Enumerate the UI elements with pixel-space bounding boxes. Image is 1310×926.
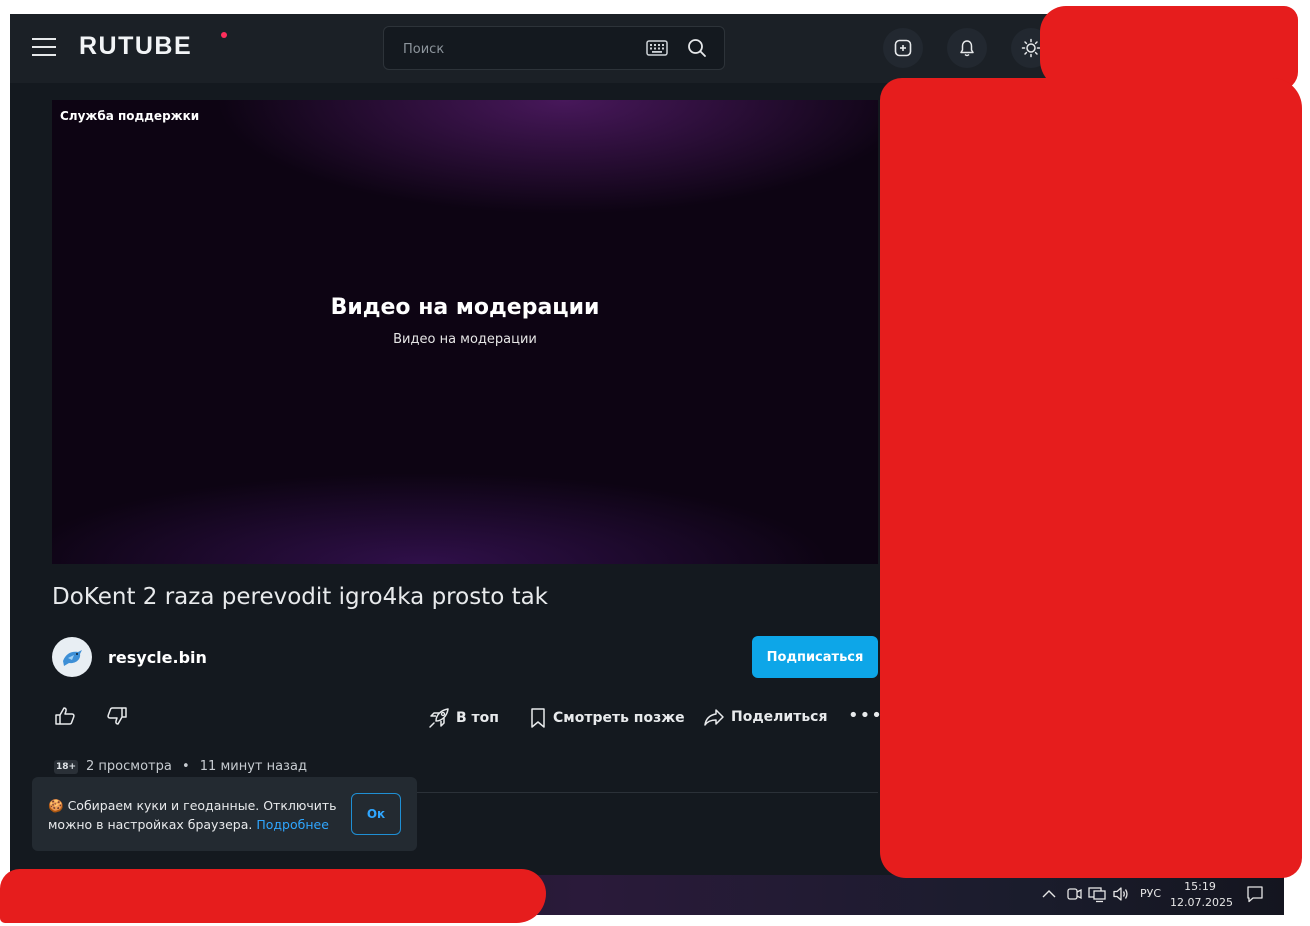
support-label[interactable]: Служба поддержки xyxy=(60,109,199,123)
publish-time: 11 минут назад xyxy=(199,759,307,774)
cookie-ok-button[interactable]: Ок xyxy=(351,793,401,835)
share-button[interactable]: Поделиться xyxy=(703,707,827,727)
redaction-bottom-left xyxy=(0,869,546,923)
meta-separator: • xyxy=(181,759,190,774)
watch-later-button[interactable]: Смотреть позже xyxy=(529,707,685,729)
search-input[interactable] xyxy=(401,38,635,60)
channel-name[interactable]: resycle.bin xyxy=(108,648,207,667)
video-title: DoKent 2 raza perevodit igro4ka prosto t… xyxy=(52,584,549,610)
cookie-icon: 🍪 xyxy=(48,798,64,813)
logo-dot xyxy=(221,32,227,38)
rocket-icon xyxy=(429,708,449,728)
thumbs-up-icon[interactable] xyxy=(54,706,76,726)
thumbs-down-icon[interactable] xyxy=(106,706,128,726)
search-box xyxy=(383,26,725,70)
chevron-up-icon[interactable] xyxy=(1042,889,1056,899)
channel-avatar[interactable] xyxy=(52,637,92,677)
input-language[interactable]: РУС xyxy=(1140,887,1161,900)
share-icon xyxy=(704,709,724,726)
menu-icon[interactable] xyxy=(32,38,56,58)
meet-now-icon[interactable] xyxy=(1066,885,1082,903)
cookie-details-link[interactable]: Подробнее xyxy=(256,817,329,832)
clock-time: 15:19 xyxy=(1184,880,1216,893)
notification-center-icon[interactable] xyxy=(1246,885,1264,903)
volume-icon[interactable] xyxy=(1112,885,1130,903)
share-label: Поделиться xyxy=(731,709,828,725)
search-icon[interactable] xyxy=(687,38,707,58)
redaction-right-panel xyxy=(880,78,1302,878)
taskbar-clock[interactable]: 15:19 12.07.2025 xyxy=(1170,879,1233,911)
watch-later-label: Смотреть позже xyxy=(553,710,685,726)
rutube-logo[interactable]: RUTUBE xyxy=(79,32,192,61)
bookmark-icon xyxy=(531,708,545,728)
moderation-title: Видео на модерации xyxy=(330,295,600,320)
upload-button[interactable] xyxy=(883,28,923,68)
bird-icon xyxy=(63,650,82,666)
promote-button[interactable]: В топ xyxy=(428,707,499,729)
cookie-message: 🍪 Собираем куки и геоданные. Отключить м… xyxy=(48,796,338,834)
upload-icon xyxy=(894,39,912,57)
moderation-subtitle: Видео на модерации xyxy=(393,332,537,347)
promote-label: В топ xyxy=(456,710,499,726)
age-rating-badge: 18+ xyxy=(54,760,78,774)
clock-date: 12.07.2025 xyxy=(1170,896,1233,909)
subscribe-button[interactable]: Подписаться xyxy=(752,636,878,678)
keyboard-icon[interactable] xyxy=(646,40,668,56)
bell-icon xyxy=(960,40,974,57)
more-options-icon[interactable]: ••• xyxy=(848,705,883,726)
view-count: 2 просмотра xyxy=(86,759,172,774)
notifications-button[interactable] xyxy=(947,28,987,68)
video-meta: 2 просмотра • 11 минут назад xyxy=(86,759,307,774)
video-player[interactable]: Служба поддержки Видео на модерации Виде… xyxy=(52,100,878,564)
sun-icon xyxy=(1021,38,1041,58)
cookie-banner: 🍪 Собираем куки и геоданные. Отключить м… xyxy=(32,777,417,851)
network-icon[interactable] xyxy=(1088,885,1106,903)
